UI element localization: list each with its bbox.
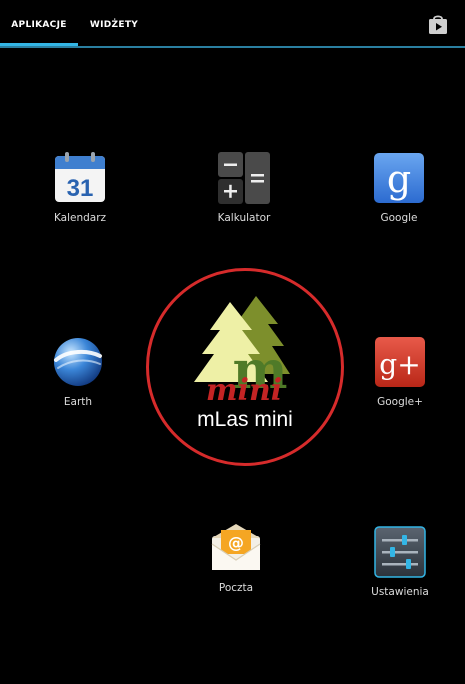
shopping-bag-icon[interactable] — [426, 12, 450, 36]
app-poczta[interactable]: @ Poczta — [186, 520, 286, 594]
app-label-mlas-mini: mLas mini — [197, 408, 293, 431]
tabbar-divider — [0, 46, 465, 48]
tab-widzety[interactable]: WIDŻETY — [78, 0, 150, 48]
app-label-google: Google — [380, 212, 418, 224]
google-search-icon: g — [374, 153, 424, 203]
calendar-icon: 31 — [55, 152, 105, 202]
app-ustawienia[interactable]: Ustawienia — [350, 524, 450, 598]
app-label-kalkulator: Kalkulator — [217, 212, 271, 224]
app-google[interactable]: g Google — [349, 150, 449, 224]
email-icon: @ — [211, 524, 261, 570]
app-kalkulator[interactable]: Kalkulator — [194, 150, 294, 224]
calculator-icon — [218, 152, 270, 204]
app-mlas-mini[interactable]: m mini mLas mini — [146, 268, 344, 466]
mlas-mini-tree-logo-icon: m mini — [194, 296, 290, 408]
app-kalendarz[interactable]: 31 Kalendarz — [30, 150, 130, 224]
tab-aplikacje[interactable]: APLIKACJE — [0, 0, 78, 48]
app-label-kalendarz: Kalendarz — [53, 212, 107, 224]
earth-globe-icon — [54, 338, 102, 386]
google-plus-glyph: g+ — [379, 348, 420, 381]
app-drawer-tabbar: APLIKACJE WIDŻETY — [0, 0, 465, 48]
mlas-logo-mini-text: mini — [206, 373, 282, 408]
google-plus-icon: g+ — [375, 337, 425, 387]
google-g-glyph: g — [387, 157, 411, 201]
app-googleplus[interactable]: g+ Google+ — [350, 334, 450, 408]
email-at-glyph: @ — [228, 533, 244, 552]
app-label-ustawienia: Ustawienia — [371, 586, 429, 598]
app-earth[interactable]: Earth — [28, 334, 128, 408]
calendar-day-number: 31 — [67, 175, 94, 202]
app-label-earth: Earth — [63, 396, 93, 408]
app-label-poczta: Poczta — [218, 582, 254, 594]
app-label-googleplus: Google+ — [377, 396, 423, 408]
settings-sliders-icon — [374, 526, 426, 578]
